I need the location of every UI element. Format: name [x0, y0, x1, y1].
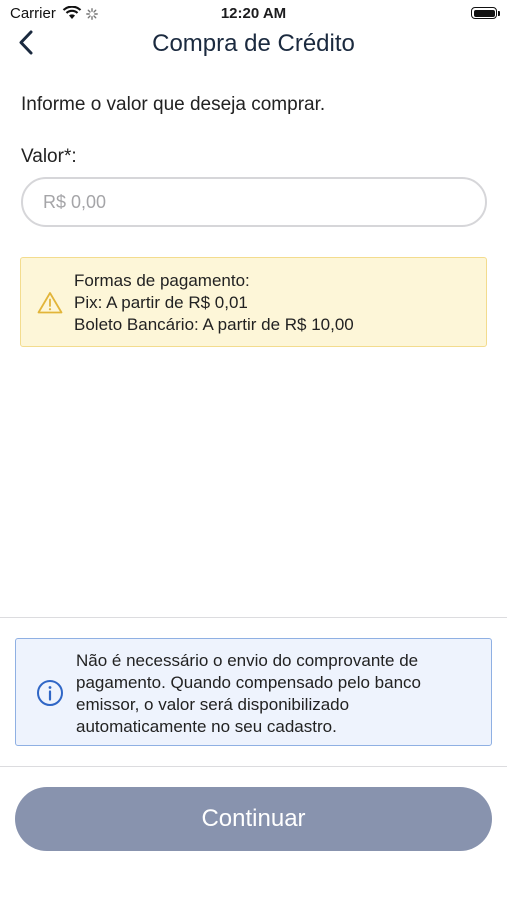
- boleto-minimum-text: Boleto Bancário: A partir de R$ 10,00: [74, 315, 354, 334]
- battery-icon: [471, 7, 500, 19]
- payment-methods-notice: Formas de pagamento: Pix: A partir de R$…: [20, 257, 487, 347]
- info-circle-icon: [36, 679, 64, 712]
- valor-input[interactable]: [21, 177, 487, 227]
- divider: [0, 617, 507, 618]
- page-title: Compra de Crédito: [152, 30, 355, 57]
- navigation-bar: Compra de Crédito: [0, 28, 507, 62]
- divider: [0, 766, 507, 767]
- status-bar: Carrier 12:20 AM: [0, 0, 507, 28]
- payment-methods-title: Formas de pagamento:: [74, 271, 250, 290]
- valor-label: Valor*:: [21, 146, 77, 167]
- pix-minimum-text: Pix: A partir de R$ 0,01: [74, 293, 248, 312]
- info-notice-text: Não é necessário o envio do comprovante …: [76, 651, 421, 736]
- info-notice: Não é necessário o envio do comprovante …: [15, 638, 492, 746]
- instruction-text: Informe o valor que deseja comprar.: [21, 94, 326, 115]
- continue-button[interactable]: Continuar: [15, 787, 492, 851]
- clock: 12:20 AM: [220, 5, 287, 22]
- warning-triangle-icon: [37, 291, 63, 319]
